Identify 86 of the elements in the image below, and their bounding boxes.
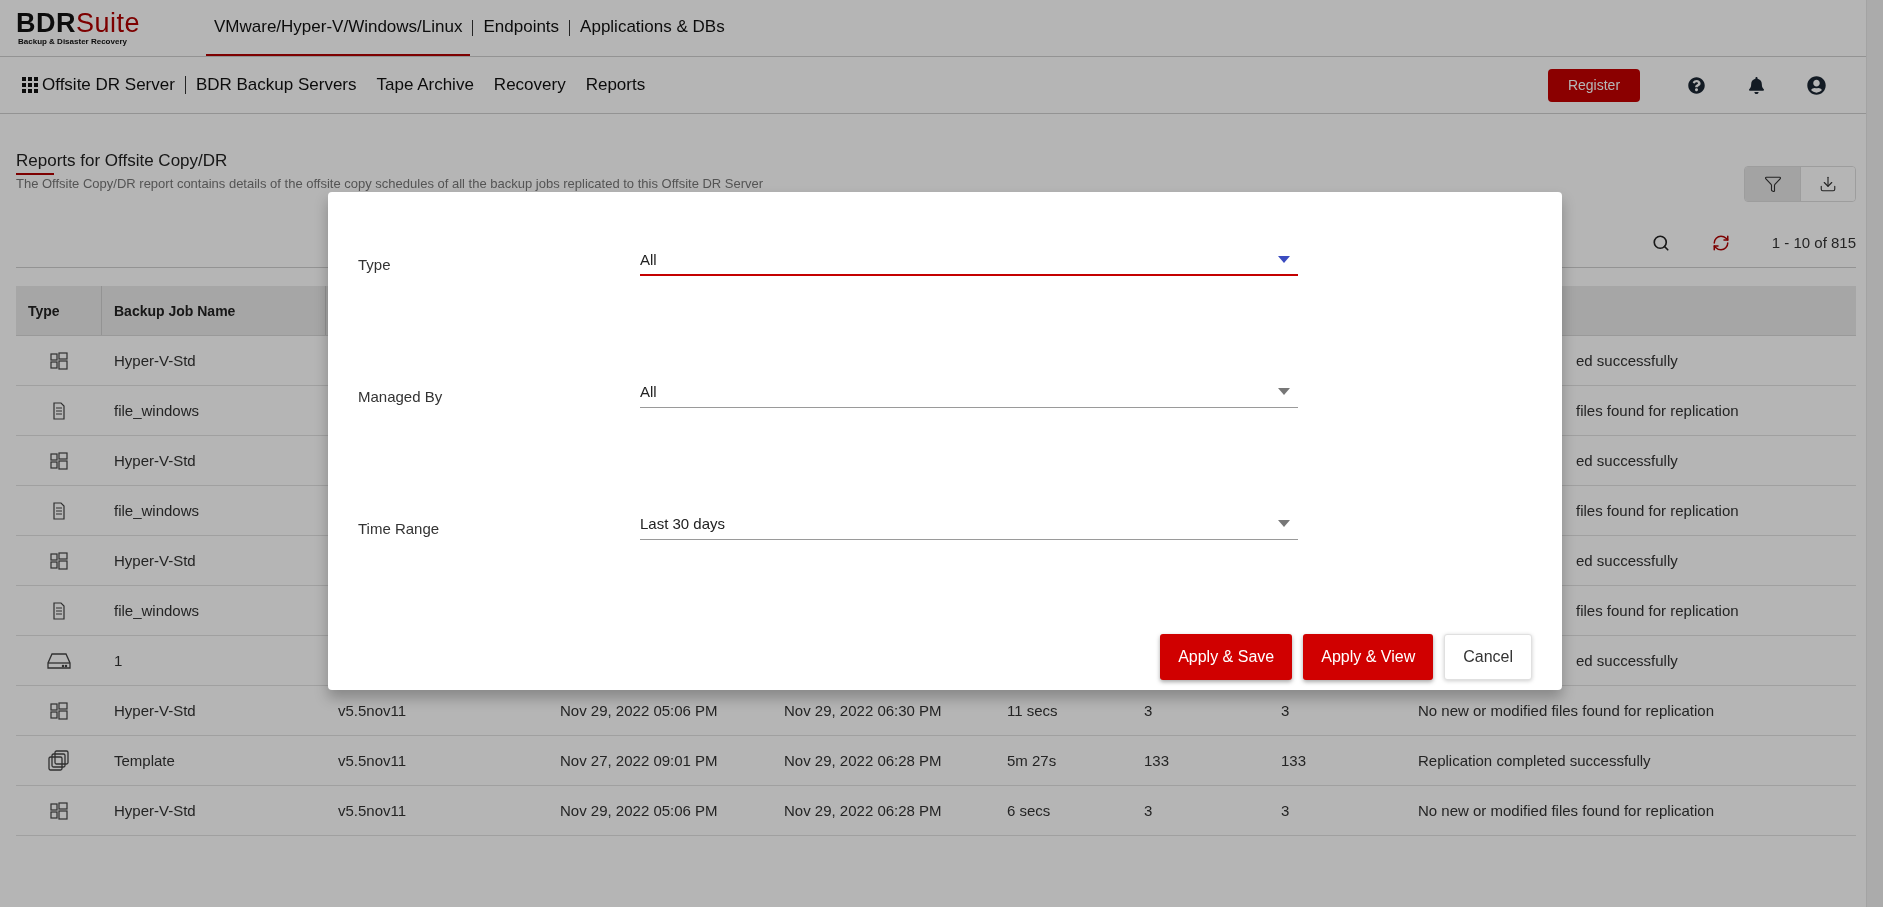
table-cell-text: Replication completed successfully — [1417, 752, 1652, 769]
register-button[interactable]: Register — [1548, 68, 1640, 102]
user-icon[interactable] — [1806, 75, 1826, 95]
table-cell-text: 133 — [1280, 752, 1308, 769]
table-cell-text: 11 secs — [1006, 702, 1059, 719]
brand-tagline: Backup & Disaster Recovery — [18, 37, 128, 46]
table-cell: ed successfully — [1576, 352, 1678, 369]
table-cell: files found for replication — [1576, 402, 1739, 419]
table-cell-text: Hyper-V-Std — [113, 452, 197, 469]
table-cell-text: file_windows — [113, 502, 201, 519]
table-cell-text: Nov 27, 2022 09:01 PM — [559, 752, 719, 769]
bell-icon[interactable] — [1746, 75, 1766, 95]
page-title: Reports for Offsite Copy/DR — [16, 150, 229, 172]
table-cell: ed successfully — [1576, 652, 1678, 669]
table-cell-text: 3 — [1280, 802, 1291, 819]
download-button[interactable] — [1800, 167, 1855, 201]
document-icon — [50, 601, 68, 620]
filter-button[interactable] — [1745, 167, 1800, 201]
stacked-squares-icon — [48, 749, 70, 772]
dialog-button[interactable]: Apply & View — [1303, 634, 1434, 680]
table-cell-text: Nov 29, 2022 06:28 PM — [783, 752, 943, 769]
document-icon — [50, 401, 68, 420]
record-count: 1 - 10 of 815 — [1771, 234, 1856, 251]
table-cell-text: Hyper-V-Std — [113, 802, 197, 819]
table-cell-text: 3 — [1280, 702, 1291, 719]
field-label: Type — [358, 254, 392, 273]
product-tab[interactable]: VMware/Hyper-V/Windows/Linux — [206, 0, 471, 56]
caret-icon — [1278, 255, 1290, 263]
brand-logo: BDRSuite — [16, 10, 142, 37]
column-header[interactable]: Backup Job Name — [102, 286, 326, 335]
caret-icon — [1278, 388, 1290, 395]
table-cell-text: Hyper-V-Std — [113, 702, 197, 719]
table-cell-text: Nov 29, 2022 06:30 PM — [783, 702, 943, 719]
table-cell-text: 3 — [1143, 802, 1154, 819]
table-cell-text: v5.5nov11 — [337, 752, 408, 769]
table-cell-text: 3 — [1143, 702, 1154, 719]
table-cell: ed successfully — [1576, 552, 1678, 569]
grid-icon — [50, 801, 68, 820]
table-cell-text: No new or modified files found for replication — [1417, 702, 1715, 719]
table-cell-text: 6 secs — [1006, 802, 1052, 819]
table-cell-text: file_windows — [113, 602, 201, 619]
table-cell: files found for replication — [1576, 502, 1739, 519]
help-icon[interactable] — [1686, 75, 1706, 95]
table-cell-text: file_windows — [113, 402, 201, 419]
table-cell-text: No new or modified files found for replication — [1417, 802, 1715, 819]
field-label: Time Range — [358, 518, 441, 537]
column-header[interactable]: Type — [16, 286, 102, 335]
search-icon[interactable] — [1651, 233, 1670, 252]
table-cell-text: v5.5nov11 — [337, 702, 408, 719]
download-icon — [1819, 175, 1837, 193]
table-cell-text: 5m 27s — [1006, 752, 1058, 769]
page-description: The Offsite Copy/DR report contains details of the offsite copy schedules of all the backup jobs replicated to this Offsite DR Server — [16, 176, 765, 191]
table-cell-text: Nov 29, 2022 06:28 PM — [783, 802, 943, 819]
table-cell-text: Nov 29, 2022 05:06 PM — [559, 702, 719, 719]
table-cell-text: Template — [113, 752, 176, 769]
product-tab[interactable]: Applications & DBs — [572, 0, 733, 56]
nav-home-link[interactable]: Offsite DR Server — [22, 76, 186, 94]
filter-icon — [1763, 175, 1782, 193]
grid-icon — [50, 551, 68, 570]
grid-icon — [50, 451, 68, 470]
dropdown-field[interactable]: All — [640, 376, 1298, 408]
table-cell-text: 133 — [1143, 752, 1171, 769]
field-label: Managed By — [358, 386, 444, 405]
table-cell-text: v5.5nov11 — [337, 802, 408, 819]
nav-item[interactable]: Reports — [575, 75, 656, 95]
dropdown-field[interactable]: Last 30 days — [640, 508, 1298, 540]
table-cell-text: Nov 29, 2022 05:06 PM — [559, 802, 719, 819]
table-cell-text: Hyper-V-Std — [113, 552, 197, 569]
nav-item[interactable]: Recovery — [483, 75, 576, 95]
app-grid-icon[interactable] — [22, 77, 38, 93]
table-cell-text: Hyper-V-Std — [113, 352, 197, 369]
nav-item[interactable]: BDR Backup Servers — [185, 75, 367, 95]
nav-item[interactable]: Tape Archive — [366, 75, 484, 95]
drive-icon — [47, 651, 71, 670]
table-cell: files found for replication — [1576, 602, 1739, 619]
grid-icon — [50, 701, 68, 720]
dialog-button[interactable]: Apply & Save — [1160, 634, 1293, 680]
document-icon — [50, 501, 68, 520]
table-cell: ed successfully — [1576, 452, 1678, 469]
dialog-button[interactable]: Cancel — [1444, 634, 1532, 680]
refresh-icon[interactable] — [1711, 233, 1730, 252]
product-tab[interactable]: Endpoints — [475, 0, 568, 56]
caret-icon — [1278, 520, 1290, 527]
dropdown-field[interactable]: All — [640, 244, 1298, 276]
table-cell-text: 1 — [113, 652, 124, 669]
grid-icon — [50, 351, 68, 370]
